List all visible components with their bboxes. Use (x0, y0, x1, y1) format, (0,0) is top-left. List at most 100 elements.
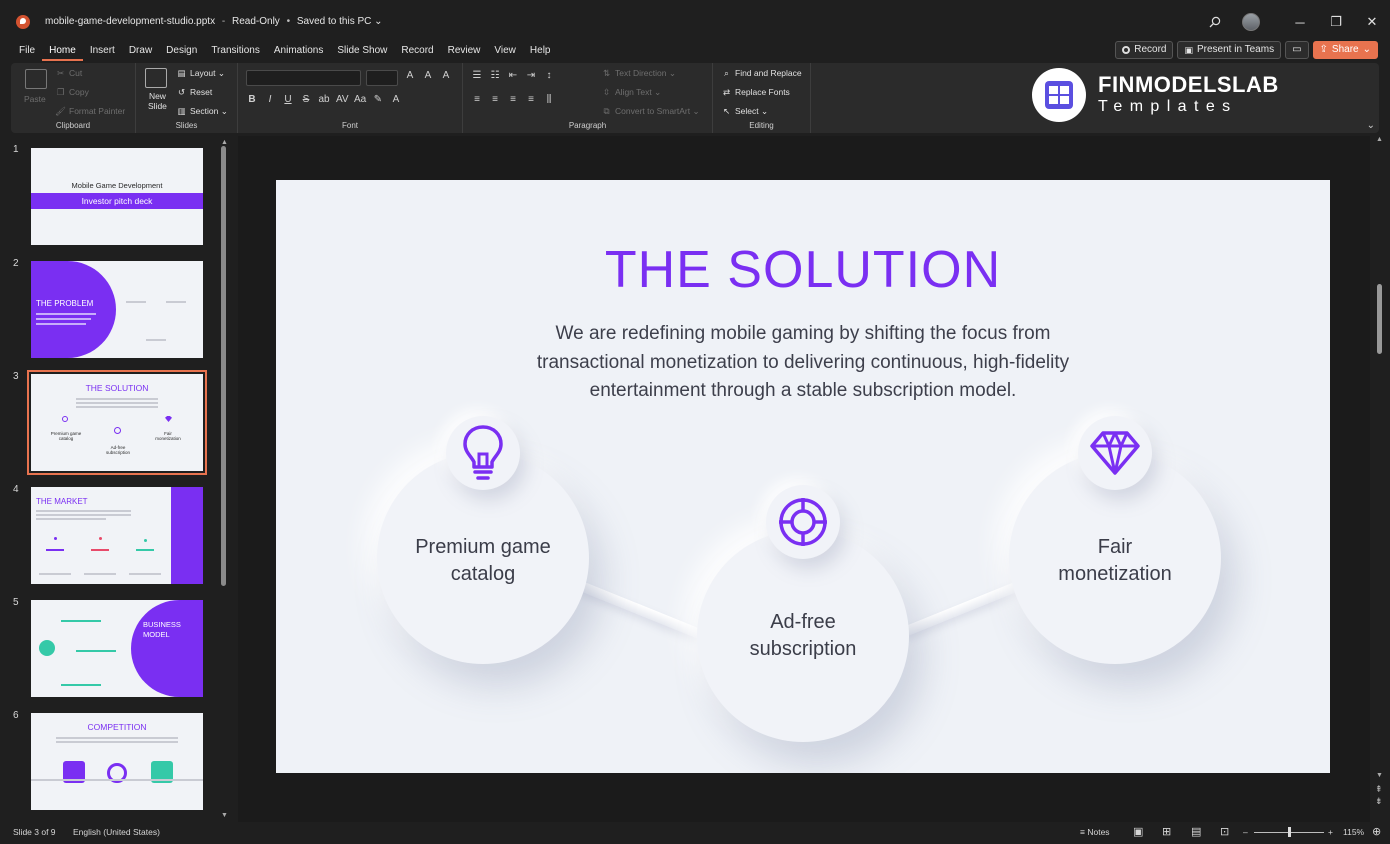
columns-icon[interactable]: ⫼ (543, 94, 555, 105)
slide-count[interactable]: Slide 3 of 9 (13, 827, 56, 837)
strikethrough-icon[interactable]: S (300, 94, 312, 105)
bullets-icon[interactable]: ☰ (471, 70, 483, 81)
font-size-dropdown[interactable] (366, 70, 398, 86)
title-bar: mobile-game-development-studio.pptx - Re… (0, 0, 1390, 44)
comments-button[interactable]: ▭ (1285, 41, 1309, 59)
slide-number: 4 (13, 484, 19, 495)
next-slide-icon[interactable]: ⇟ (1375, 796, 1383, 807)
align-left-icon[interactable]: ≡ (471, 94, 483, 105)
slideshow-view-icon[interactable]: ⊡ (1220, 825, 1229, 838)
new-slide-button[interactable]: New Slide (148, 91, 167, 111)
scrollbar-thumb[interactable] (1377, 284, 1382, 354)
slide-sorter-icon[interactable]: ⊞ (1162, 825, 1171, 838)
normal-view-icon[interactable]: ▣ (1133, 825, 1143, 838)
tab-insert[interactable]: Insert (83, 44, 122, 61)
tab-slide-show[interactable]: Slide Show (330, 44, 394, 61)
format-painter-button[interactable]: 🖌 Format Painter (55, 106, 125, 117)
layout-button[interactable]: ▤ Layout ⌄ (176, 68, 225, 79)
italic-icon[interactable]: I (264, 94, 276, 105)
tab-record[interactable]: Record (394, 44, 440, 61)
text-direction-button[interactable]: ⇅ Text Direction ⌄ (601, 68, 676, 79)
zoom-out-button[interactable]: – (1243, 827, 1248, 837)
slide-thumbnail-3[interactable]: THE SOLUTION Premium game catalog Ad-fre… (27, 370, 207, 475)
slide-title[interactable]: THE SOLUTION (276, 240, 1330, 300)
section-button[interactable]: ▥ Section ⌄ (176, 106, 227, 117)
line-spacing-icon[interactable]: ↕ (543, 70, 555, 81)
diamond-icon (1078, 416, 1152, 490)
reset-button[interactable]: ↺ Reset (176, 87, 212, 98)
canvas-scrollbar[interactable]: ▲ ▼ ⇞ ⇟ (1375, 136, 1385, 820)
scroll-up-icon[interactable]: ▲ (1376, 136, 1383, 143)
slide-body-text[interactable]: We are redefining mobile gaming by shift… (536, 320, 1070, 406)
clipboard-label: Clipboard (55, 121, 91, 130)
font-color-icon[interactable]: A (390, 94, 402, 105)
underline-icon[interactable]: U (282, 94, 294, 105)
avatar[interactable] (1242, 13, 1260, 31)
bold-icon[interactable]: B (246, 94, 258, 105)
copy-button[interactable]: ❐ Copy (55, 87, 89, 98)
notes-button[interactable]: ≡ Notes (1080, 827, 1110, 837)
tab-draw[interactable]: Draw (122, 44, 159, 61)
share-button[interactable]: ⇪ Share ⌄ (1312, 41, 1378, 59)
tab-help[interactable]: Help (523, 44, 558, 61)
language-indicator[interactable]: English (United States) (73, 827, 160, 837)
decrease-indent-icon[interactable]: ⇤ (507, 70, 519, 81)
paste-button[interactable]: Paste (24, 94, 46, 104)
scroll-up-icon[interactable]: ▲ (221, 139, 228, 146)
slide-thumbnail-2[interactable]: THE PROBLEM (31, 261, 203, 358)
convert-smartart-button[interactable]: ⧉ Convert to SmartArt ⌄ (601, 106, 699, 117)
document-title[interactable]: mobile-game-development-studio.pptx - Re… (45, 16, 383, 27)
slide-thumbnail-6[interactable]: COMPETITION (31, 713, 203, 810)
char-spacing-icon[interactable]: AV (336, 94, 349, 105)
change-case-icon[interactable]: Aa (354, 94, 366, 105)
zoom-level[interactable]: 115% (1343, 827, 1364, 837)
search-icon[interactable] (1202, 9, 1228, 35)
slide-canvas[interactable]: THE SOLUTION We are redefining mobile ga… (276, 180, 1330, 773)
slide-thumbnail-1[interactable]: Mobile Game Development Investor pitch d… (31, 148, 203, 245)
logo-subtitle: Templates (1098, 98, 1238, 115)
highlight-icon[interactable]: ✎ (372, 94, 384, 105)
align-text-button[interactable]: ⇳ Align Text ⌄ (601, 87, 661, 98)
decrease-font-icon[interactable]: A (422, 70, 434, 81)
scroll-down-icon[interactable]: ▼ (221, 812, 228, 819)
tab-review[interactable]: Review (441, 44, 488, 61)
present-in-teams-button[interactable]: ▣ Present in Teams (1177, 41, 1282, 59)
increase-font-icon[interactable]: A (404, 70, 416, 81)
previous-slide-icon[interactable]: ⇞ (1375, 784, 1383, 795)
tab-animations[interactable]: Animations (267, 44, 330, 61)
justify-icon[interactable]: ≡ (525, 94, 537, 105)
align-center-icon[interactable]: ≡ (489, 94, 501, 105)
close-button[interactable]: ✕ (1354, 14, 1390, 30)
feature-label-fair: Fair monetization (1058, 536, 1172, 585)
slide-thumbnail-5[interactable]: BUSINESS MODEL (31, 600, 203, 697)
scroll-down-icon[interactable]: ▼ (1376, 772, 1383, 779)
record-button[interactable]: Record (1115, 41, 1174, 59)
zoom-slider-thumb[interactable] (1288, 827, 1291, 837)
align-right-icon[interactable]: ≡ (507, 94, 519, 105)
cut-button[interactable]: ✂ Cut (55, 68, 82, 79)
tab-transitions[interactable]: Transitions (204, 44, 267, 61)
tab-home[interactable]: Home (42, 44, 83, 61)
fit-to-window-icon[interactable]: ⊕ (1372, 825, 1381, 838)
collapse-ribbon-icon[interactable]: ⌄ (1367, 120, 1375, 131)
increase-indent-icon[interactable]: ⇥ (525, 70, 537, 81)
numbering-icon[interactable]: ☷ (489, 70, 501, 81)
tab-file[interactable]: File (12, 44, 42, 61)
tab-view[interactable]: View (487, 44, 523, 61)
restore-button[interactable]: ❐ (1318, 14, 1354, 30)
tab-design[interactable]: Design (159, 44, 204, 61)
replace-fonts-button[interactable]: ⇄ Replace Fonts (721, 87, 790, 98)
minimize-button[interactable]: ─ (1282, 15, 1318, 30)
thumbnail-scrollbar[interactable] (221, 146, 226, 586)
find-replace-button[interactable]: ⌕ Find and Replace (721, 68, 802, 79)
select-button[interactable]: ↖ Select ⌄ (721, 106, 768, 117)
slides-group: New Slide ▤ Layout ⌄ ↺ Reset ▥ Section ⌄ Sli… (136, 63, 238, 133)
shadow-icon[interactable]: ab (318, 94, 330, 105)
font-family-dropdown[interactable] (246, 70, 361, 86)
slide-thumbnail-pane: 1 Mobile Game Development Investor pitch… (0, 138, 232, 820)
clear-format-icon[interactable]: A (440, 70, 452, 81)
copy-icon: ❐ (56, 87, 65, 97)
zoom-in-button[interactable]: + (1328, 827, 1333, 837)
reading-view-icon[interactable]: ▤ (1191, 825, 1201, 838)
slide-thumbnail-4[interactable]: THE MARKET (31, 487, 203, 584)
